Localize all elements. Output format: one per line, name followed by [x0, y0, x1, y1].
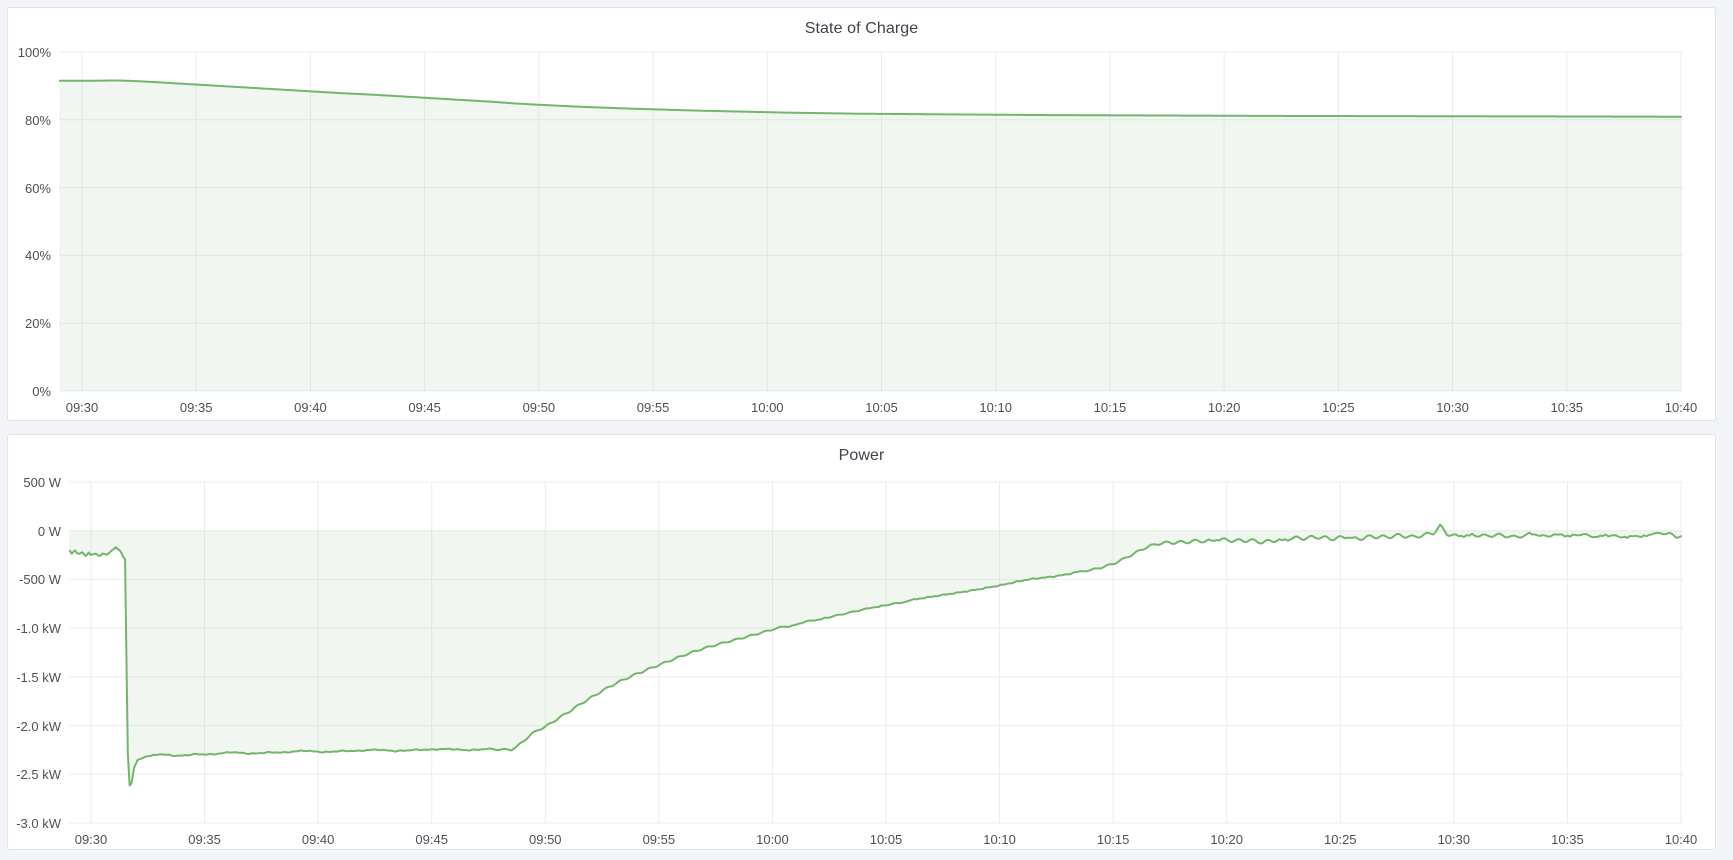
chart-canvas[interactable]: [8, 435, 1717, 851]
series-area-fill: [68, 525, 1681, 786]
panel-power[interactable]: Power 500 W0 W-500 W-1.0 kW-1.5 kW-2.0 k…: [7, 434, 1716, 850]
chart-canvas[interactable]: [8, 8, 1717, 422]
panel-state-of-charge[interactable]: State of Charge 100%80%60%40%20%0%09:300…: [7, 7, 1716, 421]
series-area-fill: [59, 80, 1681, 391]
